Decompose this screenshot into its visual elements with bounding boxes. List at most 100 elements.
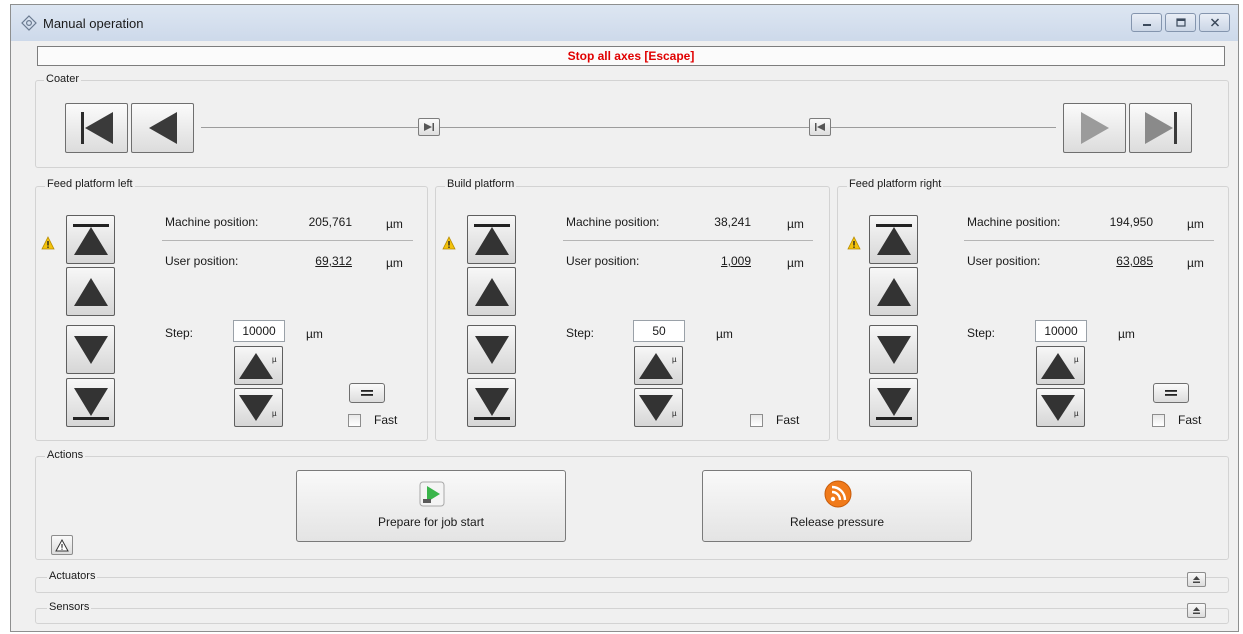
build-move-to-top-button[interactable] (467, 215, 516, 264)
sensors-expand-button[interactable] (1187, 603, 1206, 618)
coater-group (35, 80, 1229, 168)
machine-position-label: Machine position: (967, 215, 1061, 229)
step-up-micro-icon: µ (1040, 352, 1079, 379)
build-move-up-button[interactable] (467, 267, 516, 316)
move-to-top-icon (72, 223, 109, 255)
feed-platform-right-label: Feed platform right (847, 178, 944, 190)
step-input[interactable]: 10000 (233, 320, 285, 342)
machine-position-unit: µm (787, 217, 804, 231)
svg-text:µ: µ (672, 355, 677, 364)
arrow-down-icon (876, 335, 911, 364)
step-label: Step: (566, 326, 595, 340)
step-unit: µm (306, 327, 323, 341)
release-pressure-label: Release pressure (789, 515, 885, 529)
coater-track (201, 127, 1056, 128)
step-label: Step: (165, 326, 194, 340)
move-to-top-icon (875, 223, 912, 255)
user-position-value[interactable]: 1,009 (695, 254, 751, 268)
arrow-left-icon (148, 112, 177, 144)
expand-icon (1193, 576, 1200, 583)
right-step-up-button[interactable]: µ (1036, 346, 1085, 385)
build-step-up-button[interactable]: µ (634, 346, 683, 385)
right-set-equal-button[interactable] (1153, 383, 1189, 403)
position-divider (563, 240, 813, 241)
left-move-to-bottom-button[interactable] (66, 378, 115, 427)
coater-right-marker[interactable] (809, 118, 831, 136)
left-step-up-button[interactable]: µ (234, 346, 283, 385)
left-move-down-button[interactable] (66, 325, 115, 374)
warning-icon (41, 236, 55, 250)
user-position-unit: µm (1187, 256, 1204, 270)
left-set-equal-button[interactable] (349, 383, 385, 403)
marker-right-icon (424, 123, 434, 131)
coater-move-to-start-button[interactable] (65, 103, 128, 153)
step-down-micro-icon: µ (638, 394, 677, 421)
title-bar: Manual operation (11, 5, 1238, 41)
fast-label: Fast (1178, 413, 1202, 427)
pressure-release-icon (824, 480, 852, 508)
fast-label: Fast (374, 413, 398, 427)
coater-move-right-button[interactable] (1063, 103, 1126, 153)
build-move-down-button[interactable] (467, 325, 516, 374)
equals-icon (361, 390, 373, 396)
user-position-value[interactable]: 63,085 (1097, 254, 1153, 268)
right-move-to-bottom-button[interactable] (869, 378, 918, 427)
machine-position-value: 38,241 (714, 215, 751, 229)
skip-to-end-icon (1144, 112, 1177, 144)
prepare-for-job-start-button[interactable]: Prepare for job start (296, 470, 566, 542)
sensors-group-label: Sensors (47, 601, 92, 613)
skip-to-start-icon (80, 112, 113, 144)
stop-all-axes-button[interactable]: Stop all axes [Escape] (37, 46, 1225, 66)
arrow-right-icon (1080, 112, 1109, 144)
arrow-up-icon (73, 277, 108, 306)
svg-text:µ: µ (1074, 409, 1079, 418)
coater-left-marker[interactable] (418, 118, 440, 136)
gear-diamond-icon (21, 15, 37, 31)
user-position-unit: µm (787, 256, 804, 270)
maximize-button[interactable] (1165, 13, 1196, 32)
step-input[interactable]: 50 (633, 320, 685, 342)
left-move-to-top-button[interactable] (66, 215, 115, 264)
right-step-down-button[interactable]: µ (1036, 388, 1085, 427)
step-down-micro-icon: µ (238, 394, 277, 421)
actions-warning-button[interactable] (51, 535, 73, 555)
release-pressure-button[interactable]: Release pressure (702, 470, 972, 542)
build-step-down-button[interactable]: µ (634, 388, 683, 427)
warning-icon (847, 236, 861, 250)
coater-move-to-end-button[interactable] (1129, 103, 1192, 153)
maximize-icon (1175, 18, 1186, 27)
minimize-button[interactable] (1131, 13, 1162, 32)
move-to-top-icon (473, 223, 510, 255)
move-to-bottom-icon (875, 387, 912, 420)
minimize-icon (1142, 23, 1151, 26)
right-move-up-button[interactable] (869, 267, 918, 316)
actuators-group (35, 577, 1229, 593)
right-move-down-button[interactable] (869, 325, 918, 374)
step-input[interactable]: 10000 (1035, 320, 1087, 342)
equals-icon (1165, 390, 1177, 396)
arrow-up-icon (474, 277, 509, 306)
left-move-up-button[interactable] (66, 267, 115, 316)
fast-label: Fast (776, 413, 800, 427)
arrow-down-icon (474, 335, 509, 364)
close-button[interactable] (1199, 13, 1230, 32)
actions-group (35, 456, 1229, 560)
user-position-value[interactable]: 69,312 (296, 254, 352, 268)
build-move-to-bottom-button[interactable] (467, 378, 516, 427)
sensors-group (35, 608, 1229, 624)
coater-move-left-button[interactable] (131, 103, 194, 153)
machine-position-label: Machine position: (165, 215, 259, 229)
left-fast-checkbox[interactable] (348, 414, 361, 427)
machine-position-value: 194,950 (1109, 215, 1153, 229)
user-position-label: User position: (566, 254, 640, 268)
user-position-label: User position: (967, 254, 1041, 268)
build-fast-checkbox[interactable] (750, 414, 763, 427)
actuators-expand-button[interactable] (1187, 572, 1206, 587)
right-fast-checkbox[interactable] (1152, 414, 1165, 427)
machine-position-value: 205,761 (308, 215, 352, 229)
arrow-up-icon (876, 277, 911, 306)
machine-position-label: Machine position: (566, 215, 660, 229)
left-step-down-button[interactable]: µ (234, 388, 283, 427)
right-move-to-top-button[interactable] (869, 215, 918, 264)
build-platform-label: Build platform (445, 178, 517, 190)
